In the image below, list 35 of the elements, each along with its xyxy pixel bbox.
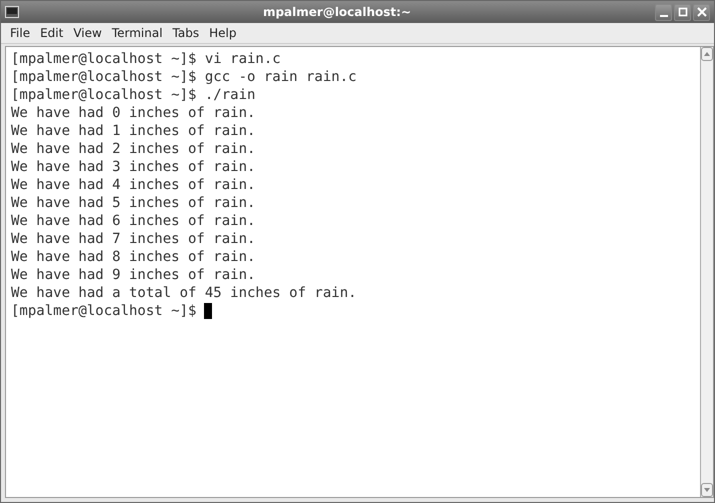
terminal-line: We have had 8 inches of rain. xyxy=(11,248,256,266)
down-arrow-icon xyxy=(704,488,710,492)
terminal-line: We have had 4 inches of rain. xyxy=(11,176,256,194)
terminal-line: We have had 3 inches of rain. xyxy=(11,158,256,176)
terminal-line: [mpalmer@localhost ~]$ ./rain xyxy=(11,86,256,104)
menu-item[interactable]: View xyxy=(68,26,107,40)
menu-item[interactable]: File xyxy=(5,26,36,40)
menu-item[interactable]: Terminal xyxy=(106,26,168,40)
terminal-line: We have had 2 inches of rain. xyxy=(11,140,256,158)
terminal-prompt: [mpalmer@localhost ~]$ xyxy=(11,302,196,320)
menu-item[interactable]: Tabs xyxy=(168,26,204,40)
scroll-up-button[interactable] xyxy=(701,47,713,61)
maximize-icon xyxy=(678,7,688,17)
terminal-line: We have had 6 inches of rain. xyxy=(11,212,256,230)
terminal-line: We have had 9 inches of rain. xyxy=(11,266,256,284)
terminal-line: We have had 0 inches of rain. xyxy=(11,104,256,122)
terminal-icon xyxy=(5,6,19,18)
text-cursor xyxy=(204,303,212,319)
close-button[interactable] xyxy=(693,4,710,20)
menu-item[interactable]: Edit xyxy=(35,26,68,40)
up-arrow-icon xyxy=(704,52,710,56)
terminal-line: We have had a total of 45 inches of rain. xyxy=(11,284,358,302)
scroll-down-button[interactable] xyxy=(701,483,713,497)
maximize-button[interactable] xyxy=(674,4,691,20)
close-icon xyxy=(696,7,706,17)
scrollbar[interactable] xyxy=(700,47,713,497)
minimize-button[interactable] xyxy=(655,4,672,20)
terminal-line: We have had 5 inches of rain. xyxy=(11,194,256,212)
terminal-line: We have had 1 inches of rain. xyxy=(11,122,256,140)
terminal-line: [mpalmer@localhost ~]$ gcc -o rain rain.c xyxy=(11,68,358,86)
terminal-line: [mpalmer@localhost ~]$ vi rain.c xyxy=(11,50,282,68)
minimize-icon xyxy=(660,14,668,16)
window-title: mpalmer@localhost:~ xyxy=(262,5,412,19)
menu-item[interactable]: Help xyxy=(204,26,242,40)
terminal-line: We have had 7 inches of rain. xyxy=(11,230,256,248)
